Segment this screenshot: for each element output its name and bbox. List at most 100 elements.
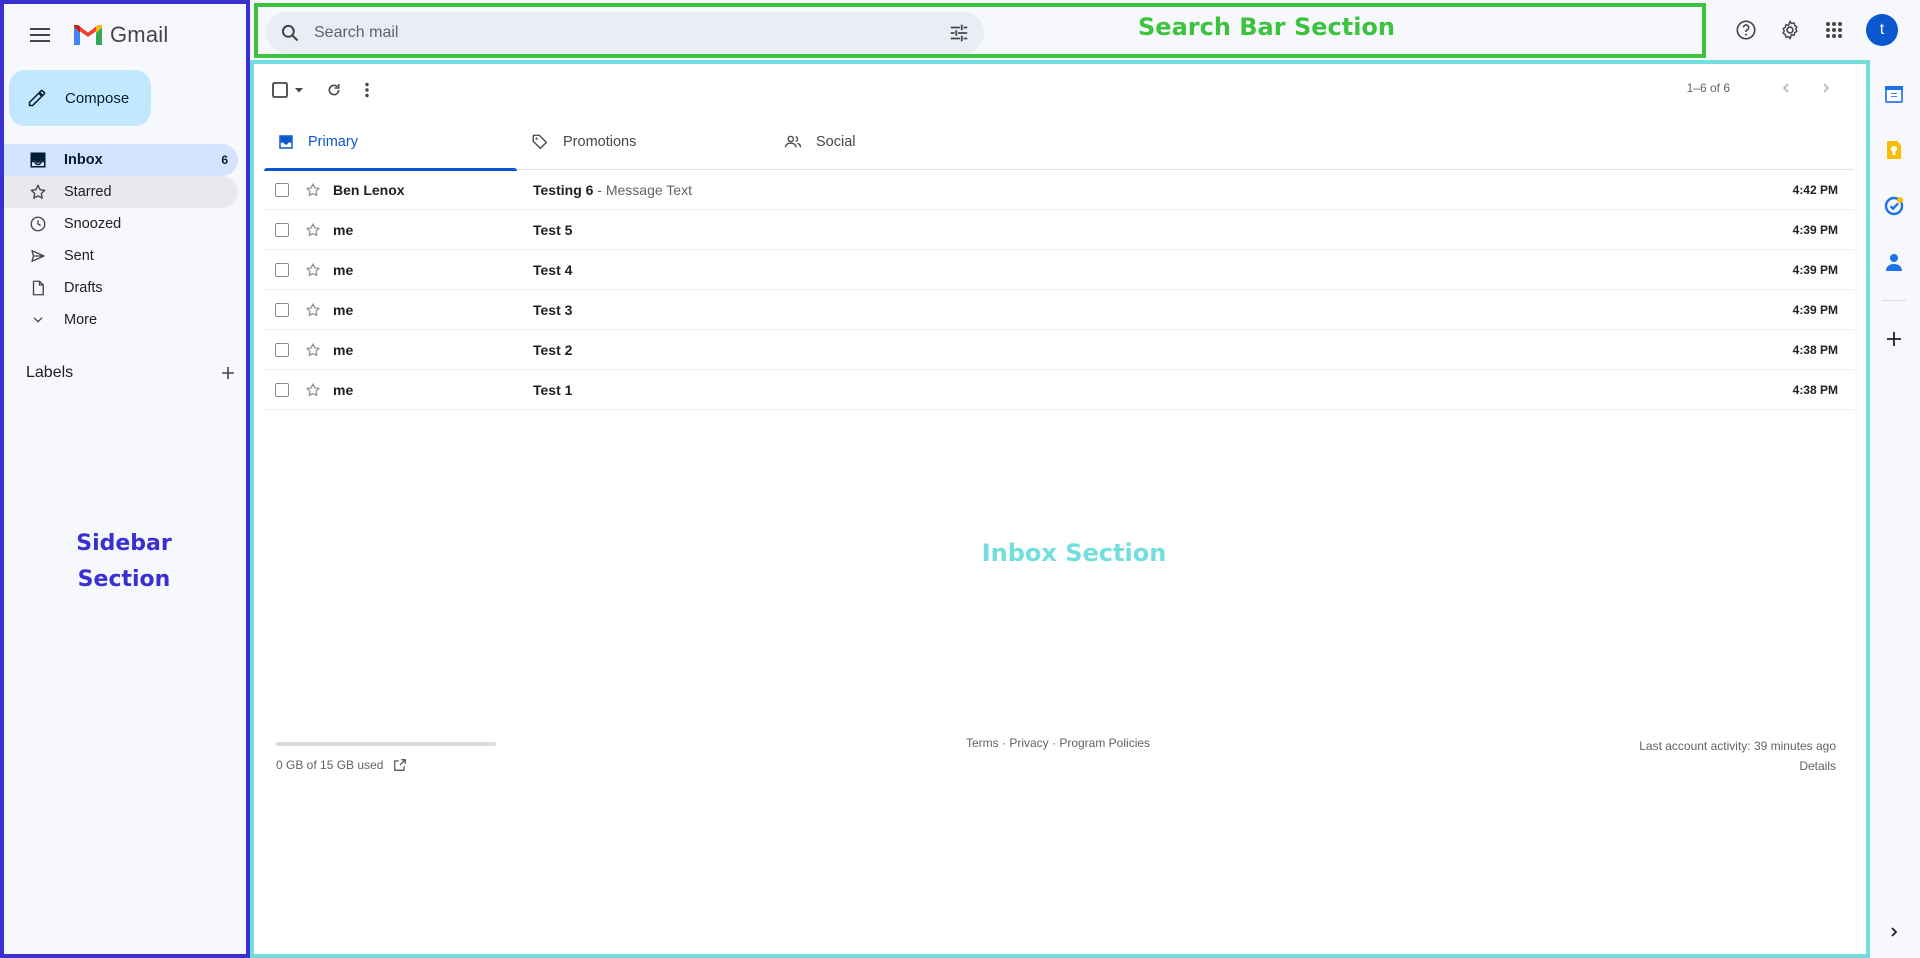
calendar-button[interactable] xyxy=(1876,76,1912,112)
account-avatar[interactable]: t xyxy=(1866,14,1898,46)
plus-icon[interactable] xyxy=(220,365,236,381)
star-icon xyxy=(30,184,46,199)
refresh-icon xyxy=(328,84,340,96)
sidebar-section: Gmail Compose Inbox 6 Starred Snoozed Se… xyxy=(0,0,250,958)
email-time: 4:39 PM xyxy=(1792,302,1838,317)
email-sender: Ben Lenox xyxy=(333,181,405,198)
star-icon[interactable] xyxy=(305,262,321,278)
caret-down-icon[interactable] xyxy=(294,85,304,95)
older-button[interactable] xyxy=(1816,78,1836,98)
keep-icon xyxy=(1887,141,1901,159)
email-row[interactable]: me Test 5 4:39 PM xyxy=(264,210,1854,250)
select-all-checkbox[interactable] xyxy=(272,78,304,102)
help-icon xyxy=(1736,20,1756,40)
email-sender: me xyxy=(333,261,354,278)
search-icon[interactable] xyxy=(280,23,300,43)
chevron-right-icon xyxy=(1891,927,1898,937)
star-icon[interactable] xyxy=(305,222,321,238)
category-tabs: Primary Promotions Social xyxy=(264,114,1854,171)
sidebar-item-drafts[interactable]: Drafts xyxy=(4,272,238,304)
email-row[interactable]: me Test 2 4:38 PM xyxy=(264,330,1854,370)
main-menu-button[interactable] xyxy=(26,21,54,49)
sidebar-item-label: Sent xyxy=(64,248,94,264)
email-subject: Test 4 xyxy=(533,261,573,278)
email-time: 4:39 PM xyxy=(1792,262,1838,277)
brand: Gmail xyxy=(26,18,168,52)
sidebar-item-inbox[interactable]: Inbox 6 xyxy=(4,144,238,176)
email-checkbox[interactable] xyxy=(275,222,289,237)
compose-button[interactable]: Compose xyxy=(9,70,151,126)
tab-promotions[interactable]: Promotions xyxy=(517,114,770,170)
sidebar-item-label: Starred xyxy=(64,184,112,200)
star-icon[interactable] xyxy=(305,382,321,398)
email-row[interactable]: me Test 1 4:38 PM xyxy=(264,370,1854,410)
email-checkbox[interactable] xyxy=(275,262,289,277)
email-snippet: - Message Text xyxy=(593,181,692,198)
email-checkbox[interactable] xyxy=(275,302,289,317)
email-sender: me xyxy=(333,341,354,358)
chevron-left-icon xyxy=(1782,83,1789,93)
gmail-logo-icon[interactable] xyxy=(72,23,104,47)
contacts-button[interactable] xyxy=(1876,244,1912,280)
pencil-icon xyxy=(28,89,46,107)
star-icon[interactable] xyxy=(305,342,321,358)
rail-divider xyxy=(1882,300,1906,301)
tasks-icon xyxy=(1884,196,1904,216)
more-options-button[interactable] xyxy=(364,78,370,102)
apps-grid-icon xyxy=(1826,22,1842,38)
search-options-icon[interactable] xyxy=(948,22,970,44)
search-bar-section: Search Bar Section xyxy=(254,3,1706,58)
email-checkbox[interactable] xyxy=(275,182,289,197)
tasks-button[interactable] xyxy=(1876,188,1912,224)
sidebar-item-label: Inbox xyxy=(64,152,103,168)
sidebar-section-tag: Sidebar Section xyxy=(76,531,172,592)
support-button[interactable] xyxy=(1732,16,1760,44)
external-link-icon[interactable] xyxy=(393,758,407,772)
tab-social[interactable]: Social xyxy=(770,114,1023,170)
details-link[interactable]: Details xyxy=(1639,756,1836,776)
email-checkbox[interactable] xyxy=(275,382,289,397)
email-time: 4:42 PM xyxy=(1792,182,1838,197)
get-addons-button[interactable] xyxy=(1876,321,1912,357)
settings-button[interactable] xyxy=(1776,16,1804,44)
inbox-section-tag: Inbox Section xyxy=(981,539,1167,567)
email-row[interactable]: me Test 3 4:39 PM xyxy=(264,290,1854,330)
sidebar-item-label: Drafts xyxy=(64,280,103,296)
sidebar-item-label: More xyxy=(64,312,98,328)
tab-label: Promotions xyxy=(563,134,637,150)
star-icon[interactable] xyxy=(305,302,321,318)
email-subject-line: Testing 6 - Message Text xyxy=(533,182,692,198)
clock-icon xyxy=(30,216,46,232)
email-sender: me xyxy=(333,381,354,398)
labels-title: Labels xyxy=(26,364,74,381)
tab-primary[interactable]: Primary xyxy=(264,114,517,171)
storage-info: 0 GB of 15 GB used xyxy=(276,758,407,772)
hamburger-icon xyxy=(30,28,50,42)
search-input[interactable] xyxy=(314,24,948,42)
refresh-button[interactable] xyxy=(326,78,342,102)
email-checkbox[interactable] xyxy=(275,342,289,357)
footer-links[interactable]: Terms · Privacy · Program Policies xyxy=(966,736,1150,750)
sidebar-item-more[interactable]: More xyxy=(4,304,238,336)
email-time: 4:38 PM xyxy=(1792,382,1838,397)
account-activity: Last account activity: 39 minutes ago De… xyxy=(1639,736,1836,776)
email-row[interactable]: Ben Lenox Testing 6 - Message Text 4:42 … xyxy=(264,170,1854,210)
tab-label: Primary xyxy=(308,134,358,150)
email-time: 4:39 PM xyxy=(1792,222,1838,237)
more-vertical-icon xyxy=(365,82,369,98)
sidebar-item-snoozed[interactable]: Snoozed xyxy=(4,208,238,240)
email-subject: Test 2 xyxy=(533,341,573,358)
pagination-count: 1–6 of 6 xyxy=(1686,81,1730,95)
newer-button[interactable] xyxy=(1776,78,1796,98)
tag-icon xyxy=(532,134,548,150)
show-side-panel-button[interactable] xyxy=(1882,920,1906,944)
draft-icon xyxy=(32,280,44,296)
keep-button[interactable] xyxy=(1876,132,1912,168)
sidebar-item-sent[interactable]: Sent xyxy=(4,240,238,272)
inbox-section: 1–6 of 6 Primary Promotions Social Ben L… xyxy=(250,60,1870,958)
inbox-icon xyxy=(279,135,293,149)
apps-button[interactable] xyxy=(1820,16,1848,44)
email-row[interactable]: me Test 4 4:39 PM xyxy=(264,250,1854,290)
star-icon[interactable] xyxy=(305,182,321,198)
sidebar-item-starred[interactable]: Starred xyxy=(4,176,238,208)
